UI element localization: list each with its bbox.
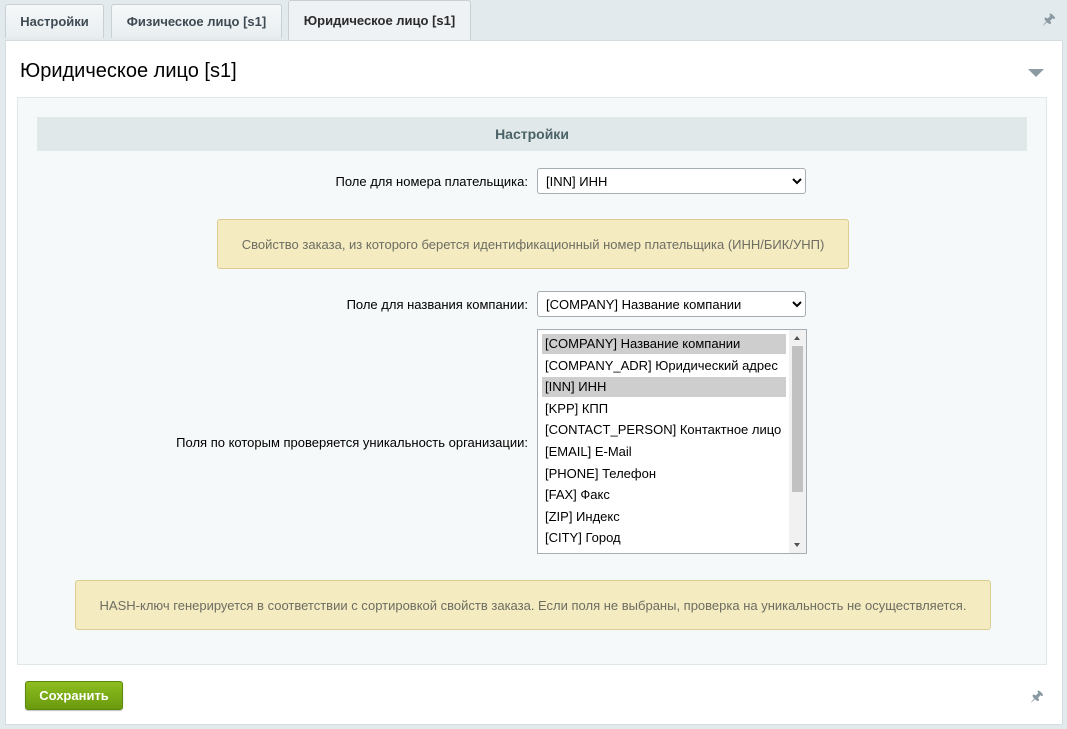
pin-icon[interactable]: 🖈	[1042, 11, 1056, 29]
tab-legal-entity[interactable]: Юридическое лицо [s1]	[288, 0, 471, 40]
list-item[interactable]: [COMPANY_ADR] Юридический адрес	[542, 356, 786, 376]
unique-fields-listbox[interactable]: [COMPANY] Название компании [COMPANY_ADR…	[537, 329, 807, 554]
list-item[interactable]: [ZIP] Индекс	[542, 507, 786, 527]
listbox-scrollbar[interactable]	[789, 330, 806, 553]
list-item[interactable]: [EMAIL] E-Mail	[542, 442, 786, 462]
tab-bar: Настройки Физическое лицо [s1] Юридическ…	[0, 0, 1067, 40]
unique-fields-label: Поля по которым проверяется уникальность…	[176, 435, 528, 450]
settings-section: Настройки Поле для номера плательщика: […	[17, 97, 1047, 665]
scrollbar-thumb[interactable]	[792, 346, 803, 492]
chevron-down-icon[interactable]	[1028, 69, 1044, 77]
legal-entity-panel: Юридическое лицо [s1] Настройки Поле для…	[5, 40, 1063, 725]
payer-field-label: Поле для номера плательщика:	[335, 174, 529, 189]
payer-field-hint: Свойство заказа, из которого берется иде…	[217, 219, 849, 269]
section-title: Настройки	[37, 117, 1027, 151]
pin-icon[interactable]: 🖈	[1030, 688, 1044, 706]
tab-settings[interactable]: Настройки	[5, 4, 104, 38]
list-item[interactable]: [PHONE] Телефон	[542, 464, 786, 484]
hash-key-hint: HASH-ключ генерируется в соответствии с …	[75, 580, 991, 630]
list-item[interactable]: [CITY] Город	[542, 528, 786, 548]
company-field-select[interactable]: [COMPANY] Название компании	[537, 291, 806, 317]
company-field-label: Поле для названия компании:	[346, 297, 528, 312]
scroll-up-icon[interactable]	[794, 336, 800, 340]
payer-field-select[interactable]: [INN] ИНН	[537, 168, 806, 194]
list-item[interactable]: [CONTACT_PERSON] Контактное лицо	[542, 420, 786, 440]
list-item[interactable]: [FAX] Факс	[542, 485, 786, 505]
panel-title: Юридическое лицо [s1]	[20, 60, 237, 82]
list-item[interactable]: [COMPANY] Название компании	[542, 334, 786, 354]
tab-individual[interactable]: Физическое лицо [s1]	[111, 4, 282, 38]
list-item[interactable]: [KPP] КПП	[542, 399, 786, 419]
list-item[interactable]: [INN] ИНН	[542, 377, 786, 397]
scroll-down-icon[interactable]	[794, 543, 800, 547]
save-button[interactable]: Сохранить	[25, 681, 123, 710]
